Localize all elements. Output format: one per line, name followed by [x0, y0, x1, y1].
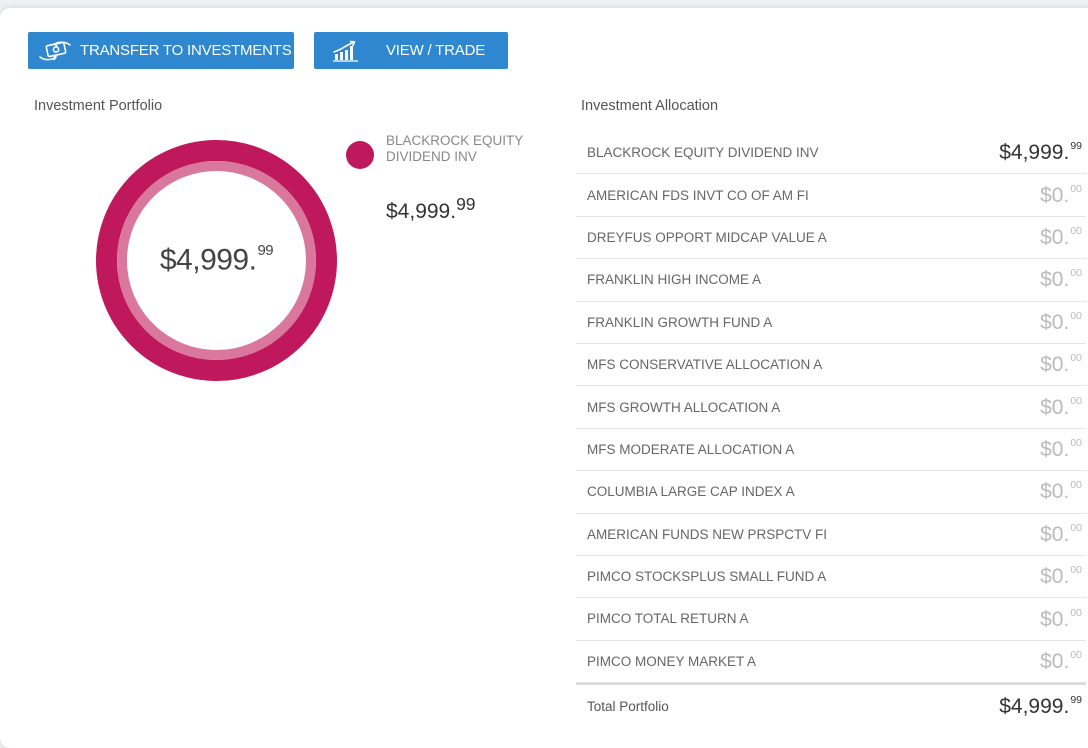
fund-amount-main: $0.: [1040, 649, 1070, 673]
fund-name: FRANKLIN GROWTH FUND A: [587, 314, 773, 330]
allocation-row: PIMCO MONEY MARKET A $0.00: [576, 641, 1086, 684]
view-trade-label: VIEW / TRADE: [386, 42, 486, 59]
fund-name: DREYFUS OPPORT MIDCAP VALUE A: [587, 229, 827, 245]
fund-amount: $0.00: [1040, 564, 1086, 589]
allocation-row: COLUMBIA LARGE CAP INDEX A $0.00: [576, 471, 1086, 514]
fund-amount-main: $4,999.: [999, 141, 1070, 165]
fund-name: MFS GROWTH ALLOCATION A: [587, 399, 781, 415]
fund-name: PIMCO MONEY MARKET A: [587, 653, 757, 669]
total-portfolio-label: Total Portfolio: [587, 698, 669, 714]
total-portfolio-row: Total Portfolio $4,999.99: [576, 683, 1086, 727]
fund-amount-main: $0.: [1040, 183, 1070, 207]
allocation-row: FRANKLIN HIGH INCOME A $0.00: [576, 259, 1086, 302]
fund-amount-main: $0.: [1040, 395, 1070, 419]
fund-amount-cents: 00: [1070, 352, 1082, 365]
fund-amount: $4,999.99: [999, 140, 1086, 165]
fund-name: FRANKLIN HIGH INCOME A: [587, 272, 762, 288]
fund-amount-main: $0.: [1040, 268, 1070, 292]
fund-name: MFS MODERATE ALLOCATION A: [587, 441, 795, 457]
fund-amount: $0.00: [1040, 183, 1086, 208]
fund-name: PIMCO STOCKSPLUS SMALL FUND A: [587, 569, 827, 585]
fund-amount-cents: 00: [1070, 309, 1082, 322]
fund-amount-cents: 00: [1070, 436, 1082, 449]
fund-name: AMERICAN FUNDS NEW PRSPCTV FI: [587, 526, 828, 542]
growth-chart-icon: [330, 40, 364, 62]
view-trade-button[interactable]: VIEW / TRADE: [314, 32, 508, 69]
fund-amount-cents: 00: [1070, 648, 1082, 661]
fund-amount-cents: 00: [1070, 564, 1082, 577]
allocation-row: PIMCO STOCKSPLUS SMALL FUND A $0.00: [576, 556, 1086, 599]
allocation-row: MFS CONSERVATIVE ALLOCATION A $0.00: [576, 344, 1086, 387]
fund-amount-cents: 00: [1070, 606, 1082, 619]
donut-total-value: $4,999.99: [96, 242, 337, 277]
fund-amount: $0.00: [1040, 352, 1086, 377]
fund-amount: $0.00: [1040, 310, 1086, 335]
fund-amount: $0.00: [1040, 522, 1086, 547]
allocation-row: DREYFUS OPPORT MIDCAP VALUE A $0.00: [576, 217, 1086, 260]
fund-amount-main: $0.: [1040, 522, 1070, 546]
money-transfer-icon: [38, 40, 72, 62]
legend-amount-main: $4,999.: [386, 200, 457, 223]
fund-amount: $0.00: [1040, 479, 1086, 504]
fund-amount-main: $0.: [1040, 607, 1070, 631]
allocation-row: PIMCO TOTAL RETURN A $0.00: [576, 598, 1086, 641]
fund-amount: $0.00: [1040, 607, 1086, 632]
allocation-table: BLACKROCK EQUITY DIVIDEND INV $4,999.99 AM…: [576, 132, 1086, 727]
legend-swatch: [346, 141, 374, 169]
fund-name: COLUMBIA LARGE CAP INDEX A: [587, 484, 795, 500]
fund-amount-cents: 00: [1070, 182, 1082, 195]
fund-amount-cents: 00: [1070, 521, 1082, 534]
allocation-row: MFS GROWTH ALLOCATION A $0.00: [576, 386, 1086, 429]
fund-amount-main: $0.: [1040, 310, 1070, 334]
fund-amount-cents: 00: [1070, 479, 1082, 492]
fund-amount-cents: 00: [1070, 394, 1082, 407]
fund-amount: $0.00: [1040, 395, 1086, 420]
transfer-to-investments-button[interactable]: TRANSFER TO INVESTMENTS: [28, 32, 294, 69]
total-portfolio-amount: $4,999.99: [999, 694, 1086, 719]
fund-amount: $0.00: [1040, 225, 1086, 250]
fund-amount-main: $0.: [1040, 353, 1070, 377]
allocation-row: AMERICAN FDS INVT CO OF AM FI $0.00: [576, 174, 1086, 217]
fund-amount-cents: 00: [1070, 267, 1082, 280]
allocation-row: MFS MODERATE ALLOCATION A $0.00: [576, 429, 1086, 472]
fund-amount-main: $0.: [1040, 480, 1070, 504]
donut-total-main: $4,999.: [159, 243, 257, 277]
fund-amount: $0.00: [1040, 267, 1086, 292]
total-amount-main: $4,999.: [999, 694, 1070, 718]
fund-name: BLACKROCK EQUITY DIVIDEND INV: [587, 145, 819, 161]
allocation-row: FRANKLIN GROWTH FUND A $0.00: [576, 302, 1086, 344]
fund-name: MFS CONSERVATIVE ALLOCATION A: [587, 357, 823, 373]
investment-allocation-title: Investment Allocation: [581, 98, 719, 114]
allocation-row: AMERICAN FUNDS NEW PRSPCTV FI $0.00: [576, 514, 1086, 556]
donut-total-cents: 99: [257, 242, 274, 259]
fund-amount-main: $0.: [1040, 225, 1070, 249]
fund-amount-main: $0.: [1040, 565, 1070, 589]
allocation-row: BLACKROCK EQUITY DIVIDEND INV $4,999.99: [576, 132, 1086, 175]
fund-amount-main: $0.: [1040, 437, 1070, 461]
transfer-to-investments-label: TRANSFER TO INVESTMENTS: [80, 42, 292, 59]
fund-name: PIMCO TOTAL RETURN A: [587, 611, 749, 627]
fund-amount: $0.00: [1040, 649, 1086, 674]
investment-portfolio-title: Investment Portfolio: [34, 98, 163, 114]
fund-amount: $0.00: [1040, 437, 1086, 462]
total-amount-cents: 99: [1070, 693, 1082, 706]
legend-amount-cents: 99: [456, 194, 476, 214]
legend-fund-name: BLACKROCK EQUITY DIVIDEND INV: [386, 133, 524, 164]
legend-fund-amount: $4,999.99: [386, 194, 476, 224]
portfolio-donut-chart: $4,999.99: [96, 140, 337, 381]
fund-amount-cents: 99: [1070, 140, 1082, 153]
fund-name: AMERICAN FDS INVT CO OF AM FI: [587, 187, 809, 203]
fund-amount-cents: 00: [1070, 224, 1082, 237]
